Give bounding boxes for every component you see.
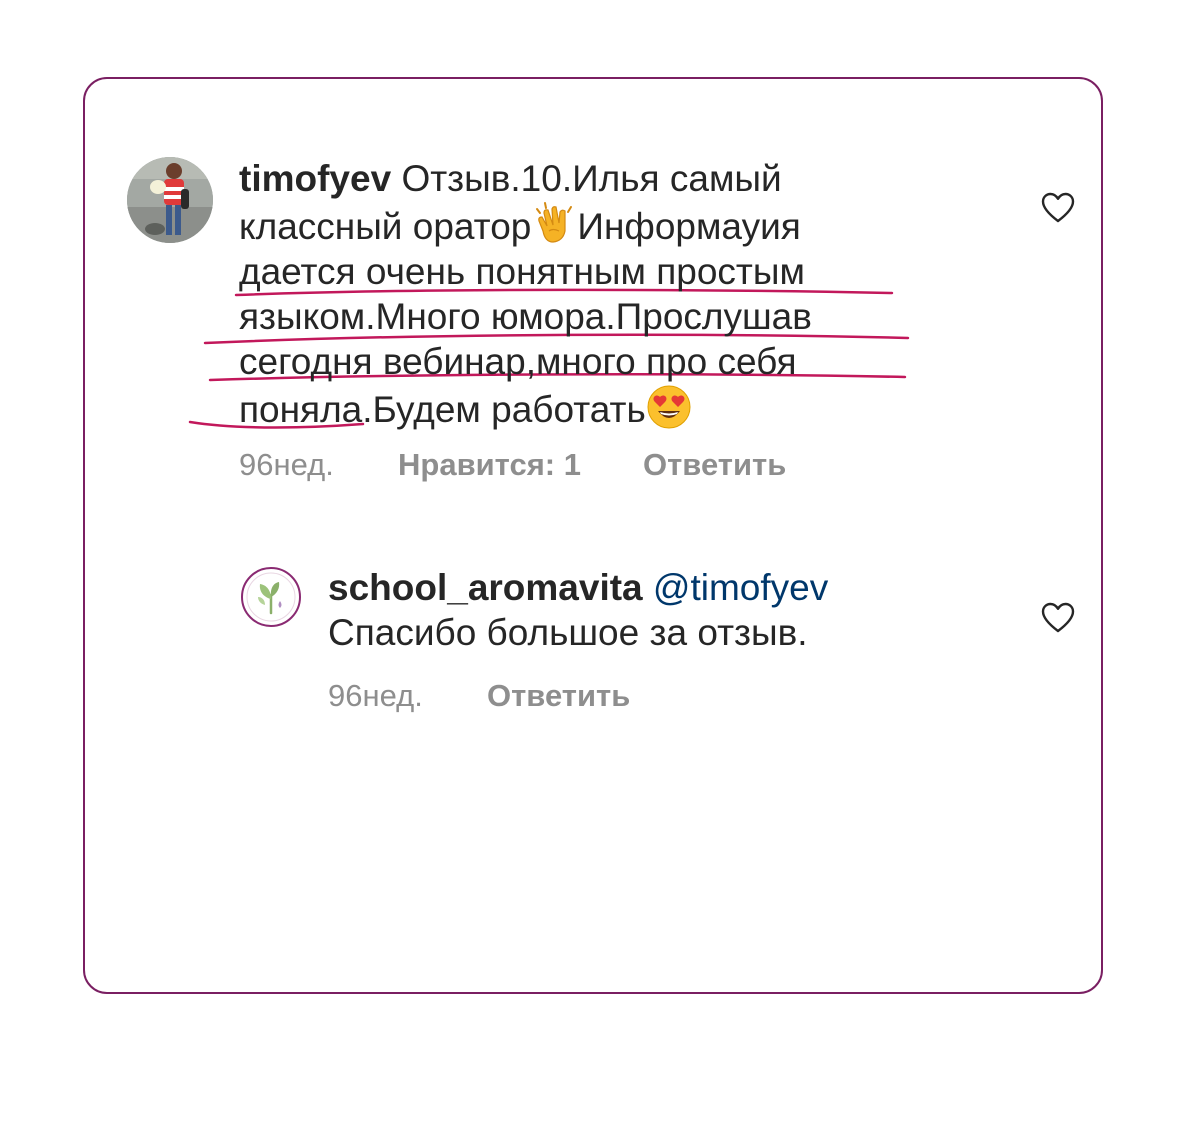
reply-like-heart-icon[interactable] bbox=[1041, 602, 1075, 634]
comment-text-line: поняла.Будем работать bbox=[239, 389, 646, 430]
comment-line-3: дается очень понятным простым bbox=[239, 249, 939, 294]
comment-text-line: Отзыв.10.Илья самый bbox=[401, 158, 782, 199]
brand-avatar[interactable] bbox=[241, 567, 301, 627]
comment-line-6: поняла.Будем работать bbox=[239, 384, 939, 432]
comment-line-5: сегодня вебинар,много про себя bbox=[239, 339, 939, 384]
comment-text-line: сегодня вебинар,много про себя bbox=[239, 341, 797, 382]
comment-text-line: Информауия bbox=[577, 206, 801, 247]
comment-likes[interactable]: Нравится: 1 bbox=[398, 447, 581, 483]
comment-body: timofyev Отзыв.10.Илья самый классный ор… bbox=[239, 156, 939, 432]
reply-body: school_aromavita @timofyev Спасибо больш… bbox=[328, 565, 968, 655]
reply-timestamp: 96нед. bbox=[328, 678, 423, 713]
comment-line-1: timofyev Отзыв.10.Илья самый bbox=[239, 156, 939, 201]
reply-line-2: Спасибо большое за отзыв. bbox=[328, 610, 968, 655]
comment-line-4: языком.Много юмора.Прослушав bbox=[239, 294, 939, 339]
comment-username[interactable]: timofyev bbox=[239, 158, 391, 199]
like-heart-icon[interactable] bbox=[1041, 192, 1075, 224]
comment-reply-button[interactable]: Ответить bbox=[643, 447, 786, 483]
reply-mention[interactable]: @timofyev bbox=[653, 567, 828, 608]
heart-eyes-icon bbox=[647, 385, 691, 429]
user-avatar[interactable] bbox=[127, 157, 213, 243]
clapping-hands-icon bbox=[536, 202, 573, 243]
user-photo bbox=[127, 157, 213, 243]
comment-text-line: языком.Много юмора.Прослушав bbox=[239, 296, 812, 337]
reply-text: Спасибо большое за отзыв. bbox=[328, 612, 808, 653]
comment-timestamp: 96нед. bbox=[239, 447, 334, 482]
comment-text-line: дается очень понятным простым bbox=[239, 251, 805, 292]
reply-reply-button[interactable]: Ответить bbox=[487, 678, 630, 714]
reply-line-1: school_aromavita @timofyev bbox=[328, 565, 968, 610]
comment-text-line: классный оратор bbox=[239, 206, 532, 247]
brand-logo-icon bbox=[246, 572, 296, 622]
comment-line-2: классный оратор Информауия bbox=[239, 201, 939, 249]
reply-username[interactable]: school_aromavita bbox=[328, 567, 643, 608]
